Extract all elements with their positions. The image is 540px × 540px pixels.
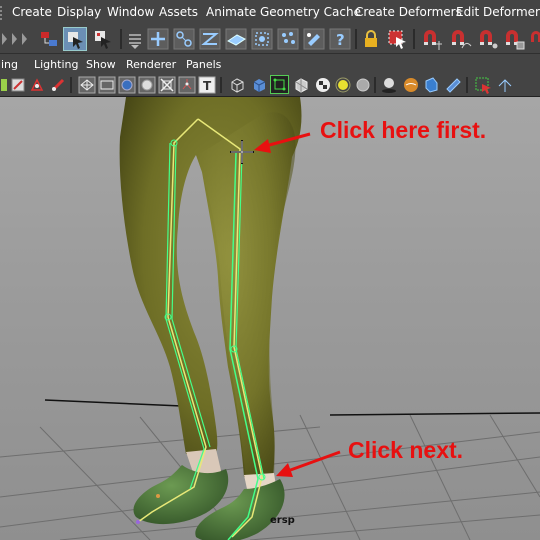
toolbar-separator xyxy=(466,77,468,93)
character-legs-mesh[interactable] xyxy=(119,97,302,480)
arrow-to-ankle-icon xyxy=(276,450,341,477)
camera-attributes-icon[interactable] xyxy=(0,77,10,93)
snap-to-view-planes-icon[interactable] xyxy=(502,28,526,50)
xray-icon[interactable] xyxy=(292,76,310,94)
menu-geometry-cache[interactable]: Geometry Cache xyxy=(260,5,361,19)
menu-display[interactable]: Display xyxy=(57,5,101,19)
image-plane-icon[interactable] xyxy=(29,77,45,93)
use-all-lights-icon[interactable] xyxy=(354,76,372,94)
toolbar-separator xyxy=(70,77,72,93)
wireframe-on-shaded-button[interactable] xyxy=(270,75,289,94)
toolbar-separator xyxy=(120,29,122,49)
panel-menu-shading[interactable]: ding xyxy=(0,58,18,71)
select-object-icon xyxy=(68,32,83,49)
panel-menu-show[interactable]: Show xyxy=(86,58,116,71)
ambient-occlusion-icon[interactable] xyxy=(444,76,462,94)
camera-name-label: ersp xyxy=(270,515,295,526)
lock-selection-icon[interactable] xyxy=(360,28,382,50)
smooth-shade-all-icon[interactable] xyxy=(250,76,268,94)
flat-shade-icon[interactable] xyxy=(138,76,156,94)
select-surfaces-icon[interactable] xyxy=(225,28,247,50)
safe-action-icon[interactable] xyxy=(158,76,176,94)
collapse-arrows-icon[interactable] xyxy=(0,30,30,48)
smooth-shade-icon[interactable] xyxy=(118,76,136,94)
film-gate-icon[interactable] xyxy=(50,77,66,93)
panel-menu-lighting[interactable]: Lighting xyxy=(34,58,78,71)
callout-click-first: Click here first. xyxy=(320,117,487,143)
snap-to-points-icon[interactable] xyxy=(476,28,500,50)
menu-create-deformers[interactable]: Create Deformers xyxy=(355,5,462,19)
snap-to-grid-icon[interactable] xyxy=(420,28,444,50)
maya-window: Create Display Window Assets Animate Geo… xyxy=(0,0,540,540)
status-line-toolbar: ? xyxy=(0,25,540,54)
select-by-hierarchy-icon[interactable] xyxy=(38,28,60,50)
menu-edit-deformers[interactable]: Edit Deformers xyxy=(456,5,540,19)
svg-text:T: T xyxy=(203,79,212,93)
select-misc-icon[interactable]: ? xyxy=(329,28,351,50)
wireframe-shading-icon[interactable] xyxy=(78,76,96,94)
viewport-canvas[interactable] xyxy=(0,97,540,540)
select-deformations-icon[interactable] xyxy=(251,28,273,50)
select-rendering-icon[interactable] xyxy=(303,28,325,50)
select-curves-icon[interactable] xyxy=(199,28,221,50)
mask-menu-icon[interactable] xyxy=(126,28,144,50)
highlight-selection-icon[interactable] xyxy=(386,28,408,50)
camera-view-icon[interactable] xyxy=(496,76,514,94)
perspective-viewport[interactable]: Click here first. Click next. ersp xyxy=(0,97,540,540)
callout-click-next: Click next. xyxy=(348,437,464,463)
toolbar-separator xyxy=(413,29,415,49)
panel-menu-bar: ding Lighting Show Renderer Panels xyxy=(0,54,540,74)
textured-icon[interactable] xyxy=(314,76,332,94)
menu-assets[interactable]: Assets xyxy=(159,5,198,19)
grid-toggle-icon[interactable] xyxy=(178,76,196,94)
select-joints-icon[interactable] xyxy=(173,28,195,50)
wireframe-on-shaded-icon xyxy=(273,78,286,91)
menu-animate[interactable]: Animate xyxy=(206,5,256,19)
use-default-lighting-icon[interactable] xyxy=(334,76,352,94)
wireframe-cube-icon[interactable] xyxy=(228,76,246,94)
heads-up-display-icon[interactable]: T xyxy=(198,76,216,94)
select-camera-icon[interactable] xyxy=(474,76,492,94)
bookmark-icon[interactable] xyxy=(10,77,26,93)
menu-window[interactable]: Window xyxy=(107,5,154,19)
hardware-texturing-icon[interactable] xyxy=(402,76,420,94)
select-dynamics-icon[interactable] xyxy=(277,28,299,50)
menubar-grip-icon xyxy=(0,6,9,20)
menu-create[interactable]: Create xyxy=(12,5,52,19)
toolbar-separator xyxy=(355,29,357,49)
svg-text:?: ? xyxy=(336,31,345,49)
snap-to-curves-icon[interactable] xyxy=(448,28,472,50)
panel-toolbar: T xyxy=(0,74,540,97)
toolbar-separator xyxy=(220,77,222,93)
isolate-select-icon[interactable] xyxy=(422,76,440,94)
panel-menu-panels[interactable]: Panels xyxy=(186,58,221,71)
main-menu-bar: Create Display Window Assets Animate Geo… xyxy=(0,0,540,26)
panel-menu-renderer[interactable]: Renderer xyxy=(126,58,176,71)
select-by-object-type-button[interactable] xyxy=(63,27,87,51)
snap-to-live-icon[interactable] xyxy=(528,28,540,50)
select-by-component-icon[interactable] xyxy=(92,28,114,50)
shadows-icon[interactable] xyxy=(380,76,398,94)
toolbar-separator xyxy=(374,77,376,93)
select-handles-icon[interactable] xyxy=(147,28,169,50)
resolution-gate-icon[interactable] xyxy=(98,76,116,94)
